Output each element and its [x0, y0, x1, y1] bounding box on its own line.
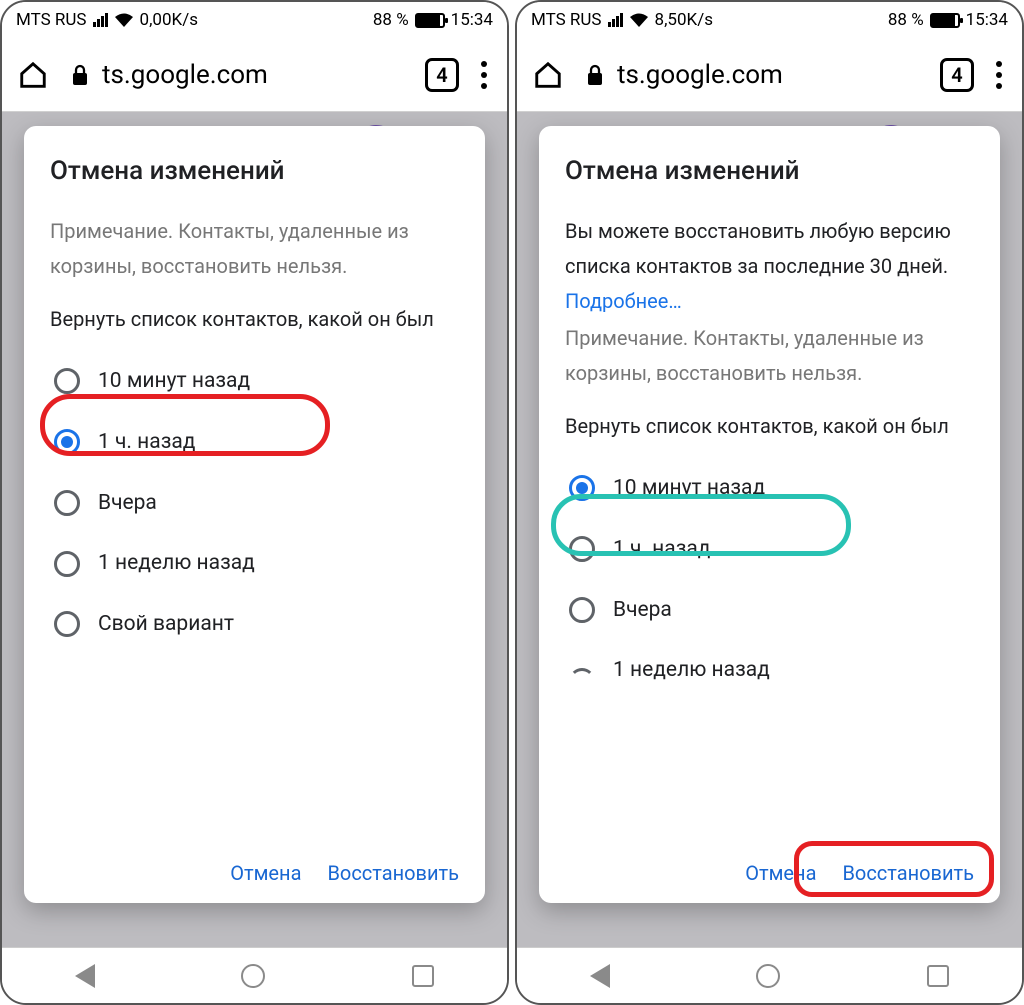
lock-icon	[70, 64, 90, 86]
dialog-actions: Отмена Восстановить	[565, 845, 974, 885]
signal-icon	[608, 13, 623, 27]
radio-label: 10 минут назад	[98, 363, 250, 400]
recent-apps-icon[interactable]	[412, 965, 434, 987]
radio-option[interactable]: 1 неделю назад	[565, 640, 974, 701]
restore-options: 10 минут назад 1 ч. назад Вчера 1 неделю…	[50, 351, 459, 655]
carrier-label: MTS RUS	[531, 10, 602, 30]
wifi-icon	[114, 13, 134, 28]
radio-icon	[54, 611, 80, 637]
battery-icon	[415, 13, 445, 28]
wifi-icon	[629, 13, 649, 28]
radio-option[interactable]: 1 неделю назад	[50, 533, 459, 594]
overflow-menu-icon[interactable]	[996, 61, 1002, 89]
home-nav-icon[interactable]	[241, 964, 265, 988]
url-text: ts.google.com	[617, 60, 783, 90]
cancel-button[interactable]: Отмена	[745, 861, 816, 885]
radio-option[interactable]: 10 минут назад	[50, 351, 459, 412]
radio-icon	[569, 668, 595, 694]
radio-option[interactable]: Вчера	[565, 580, 974, 641]
radio-icon	[569, 536, 595, 562]
back-icon[interactable]	[590, 964, 610, 988]
radio-label: Вчера	[613, 592, 672, 629]
radio-label: Свой вариант	[98, 606, 234, 643]
recent-apps-icon[interactable]	[927, 965, 949, 987]
overflow-menu-icon[interactable]	[481, 61, 487, 89]
home-icon[interactable]	[18, 60, 48, 90]
battery-percent: 88 %	[888, 10, 924, 30]
radio-option[interactable]: 1 ч. назад	[565, 519, 974, 580]
radio-icon	[54, 429, 80, 455]
radio-label: 1 неделю назад	[98, 545, 255, 582]
radio-option[interactable]: Свой вариант	[50, 594, 459, 655]
url-text: ts.google.com	[102, 60, 268, 90]
tab-count-button[interactable]: 4	[425, 58, 459, 92]
app-content: Конта P Отмена изменений Вы можете восст…	[517, 112, 1022, 947]
dialog-note: Примечание. Контакты, удаленные из корзи…	[565, 321, 974, 391]
battery-icon	[930, 13, 960, 28]
radio-option[interactable]: Вчера	[50, 473, 459, 534]
dialog-note: Примечание. Контакты, удаленные из корзи…	[50, 214, 459, 284]
radio-option[interactable]: 1 ч. назад	[50, 412, 459, 473]
status-bar: MTS RUS 8,50K/s 88 % 15:34	[517, 2, 1022, 38]
dialog-title: Отмена изменений	[565, 156, 974, 186]
radio-option[interactable]: 10 минут назад	[565, 458, 974, 519]
network-speed: 8,50K/s	[655, 10, 713, 30]
dialog-intro: Вы можете восстановить любую версию спис…	[565, 214, 974, 319]
radio-icon	[54, 551, 80, 577]
browser-toolbar: ts.google.com 4	[517, 38, 1022, 112]
status-bar: MTS RUS 0,00K/s 88 % 15:34	[2, 2, 507, 38]
radio-label: Вчера	[98, 485, 157, 522]
system-nav-bar	[517, 947, 1022, 1003]
radio-icon	[54, 368, 80, 394]
browser-toolbar: ts.google.com 4	[2, 38, 507, 112]
battery-percent: 88 %	[373, 10, 409, 30]
radio-icon	[569, 475, 595, 501]
back-icon[interactable]	[75, 964, 95, 988]
restore-options: 10 минут назад 1 ч. назад Вчера 1 неделю…	[565, 458, 974, 701]
dialog-title: Отмена изменений	[50, 156, 459, 186]
tab-count-button[interactable]: 4	[940, 58, 974, 92]
dialog-actions: Отмена Восстановить	[50, 845, 459, 885]
clock: 15:34	[451, 10, 493, 30]
app-content: Конта P Отмена изменений Примечание. Кон…	[2, 112, 507, 947]
dialog-prompt: Вернуть список контактов, какой он был	[50, 302, 459, 337]
phone-right: MTS RUS 8,50K/s 88 % 15:34 ts.google.com…	[515, 0, 1024, 1005]
system-nav-bar	[2, 947, 507, 1003]
radio-label: 10 минут назад	[613, 470, 765, 507]
clock: 15:34	[966, 10, 1008, 30]
home-nav-icon[interactable]	[756, 964, 780, 988]
carrier-label: MTS RUS	[16, 10, 87, 30]
radio-label: 1 неделю назад	[613, 652, 770, 689]
address-bar[interactable]: ts.google.com	[70, 60, 403, 90]
undo-changes-dialog: Отмена изменений Вы можете восстановить …	[539, 126, 1000, 903]
address-bar[interactable]: ts.google.com	[585, 60, 918, 90]
confirm-button[interactable]: Восстановить	[327, 861, 459, 885]
cancel-button[interactable]: Отмена	[230, 861, 301, 885]
radio-icon	[54, 490, 80, 516]
dialog-prompt: Вернуть список контактов, какой он был	[565, 409, 974, 444]
phone-left: MTS RUS 0,00K/s 88 % 15:34 ts.google.com…	[0, 0, 509, 1005]
undo-changes-dialog: Отмена изменений Примечание. Контакты, у…	[24, 126, 485, 903]
home-icon[interactable]	[533, 60, 563, 90]
confirm-button[interactable]: Восстановить	[842, 861, 974, 885]
radio-label: 1 ч. назад	[613, 531, 710, 568]
lock-icon	[585, 64, 605, 86]
radio-icon	[569, 597, 595, 623]
radio-label: 1 ч. назад	[98, 424, 195, 461]
signal-icon	[93, 13, 108, 27]
network-speed: 0,00K/s	[140, 10, 198, 30]
learn-more-link[interactable]: Подробнее…	[565, 289, 682, 313]
